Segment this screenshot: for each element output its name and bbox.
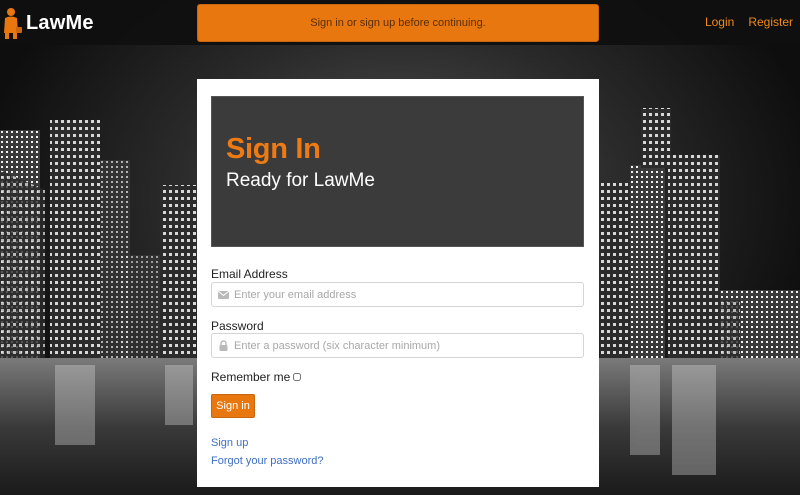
nav-links: Login Register [705, 15, 793, 29]
envelope-icon [212, 290, 234, 299]
email-input[interactable] [234, 283, 583, 306]
brand-name: LawMe [26, 11, 94, 34]
remember-me-label: Remember me [211, 370, 291, 384]
email-field-wrapper [211, 282, 584, 307]
register-link[interactable]: Register [748, 15, 793, 29]
flash-alert: Sign in or sign up before continuing. [197, 4, 599, 42]
login-link[interactable]: Login [705, 15, 734, 29]
remember-me-checkbox[interactable] [293, 373, 302, 381]
hero-banner: Sign In Ready for LawMe [211, 96, 584, 247]
lock-icon [212, 340, 234, 351]
password-label: Password [211, 319, 264, 333]
page-subtitle: Ready for LawMe [226, 170, 375, 191]
sign-up-link[interactable]: Sign up [211, 437, 248, 449]
flash-message: Sign in or sign up before continuing. [310, 17, 486, 29]
password-field-wrapper [211, 333, 584, 358]
top-navbar: LawMe Sign in or sign up before continui… [0, 0, 800, 45]
remember-me-row: Remember me [211, 370, 302, 384]
forgot-password-link[interactable]: Forgot your password? [211, 455, 324, 467]
email-label: Email Address [211, 267, 288, 281]
brand-logo-link[interactable]: LawMe [2, 6, 94, 40]
page-title: Sign In [226, 133, 321, 165]
password-input[interactable] [234, 334, 583, 357]
sign-in-button[interactable]: Sign in [211, 394, 255, 418]
sign-in-card: Sign In Ready for LawMe Email Address Pa… [197, 79, 599, 487]
lawyer-figure-icon [4, 8, 22, 39]
